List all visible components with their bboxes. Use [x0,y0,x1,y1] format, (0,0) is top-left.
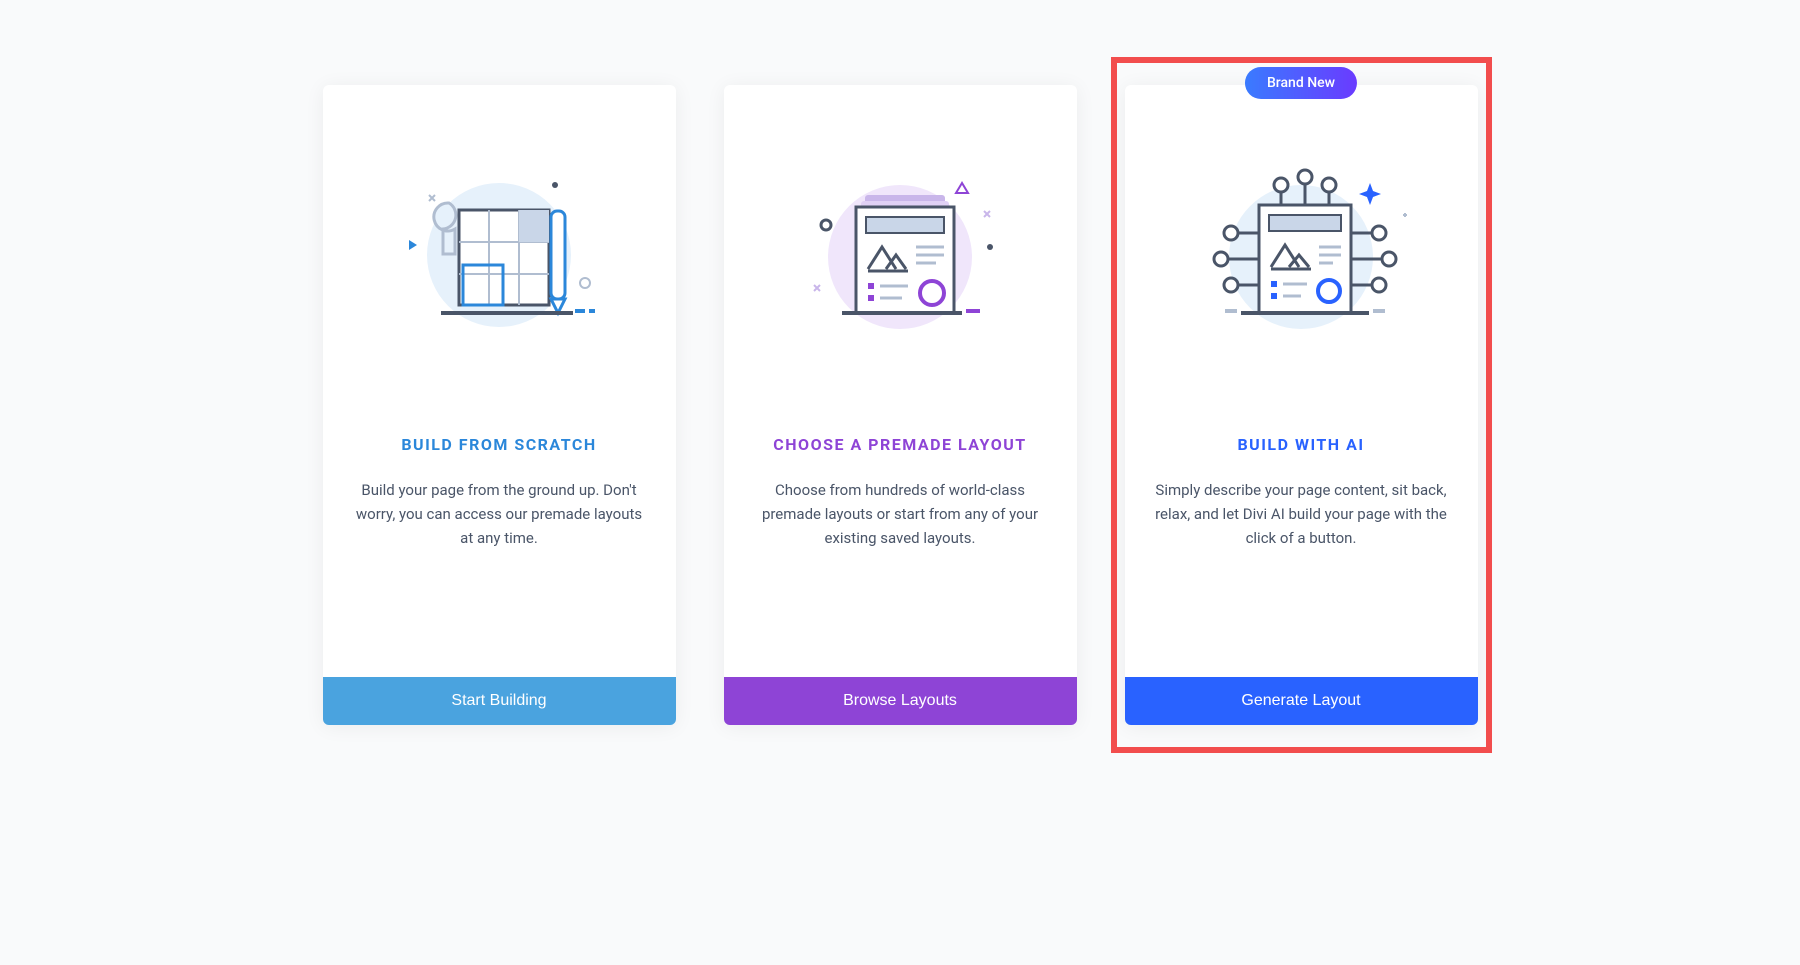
card-body: BUILD FROM SCRATCH Build your page from … [323,85,676,677]
start-building-button[interactable]: Start Building [323,677,676,725]
card-description: Build your page from the ground up. Don'… [351,478,648,550]
card-premade-layout[interactable]: CHOOSE A PREMADE LAYOUT Choose from hund… [724,85,1077,725]
brand-new-badge: Brand New [1245,67,1357,99]
card-title: BUILD WITH AI [1237,435,1364,454]
generate-layout-button[interactable]: Generate Layout [1125,677,1478,725]
browse-layouts-button[interactable]: Browse Layouts [724,677,1077,725]
card-description: Simply describe your page content, sit b… [1153,478,1450,550]
card-description: Choose from hundreds of world-class prem… [752,478,1049,550]
card-title: CHOOSE A PREMADE LAYOUT [773,435,1026,454]
build-ai-illustration [1153,125,1450,385]
card-title: BUILD FROM SCRATCH [401,435,596,454]
premade-layout-illustration [752,125,1049,385]
card-build-with-ai[interactable]: Brand New [1125,85,1478,725]
card-body: CHOOSE A PREMADE LAYOUT Choose from hund… [724,85,1077,677]
card-build-from-scratch[interactable]: BUILD FROM SCRATCH Build your page from … [323,85,676,725]
layout-options-row: BUILD FROM SCRATCH Build your page from … [323,85,1478,725]
card-body: BUILD WITH AI Simply describe your page … [1125,85,1478,677]
build-scratch-illustration [351,125,648,385]
